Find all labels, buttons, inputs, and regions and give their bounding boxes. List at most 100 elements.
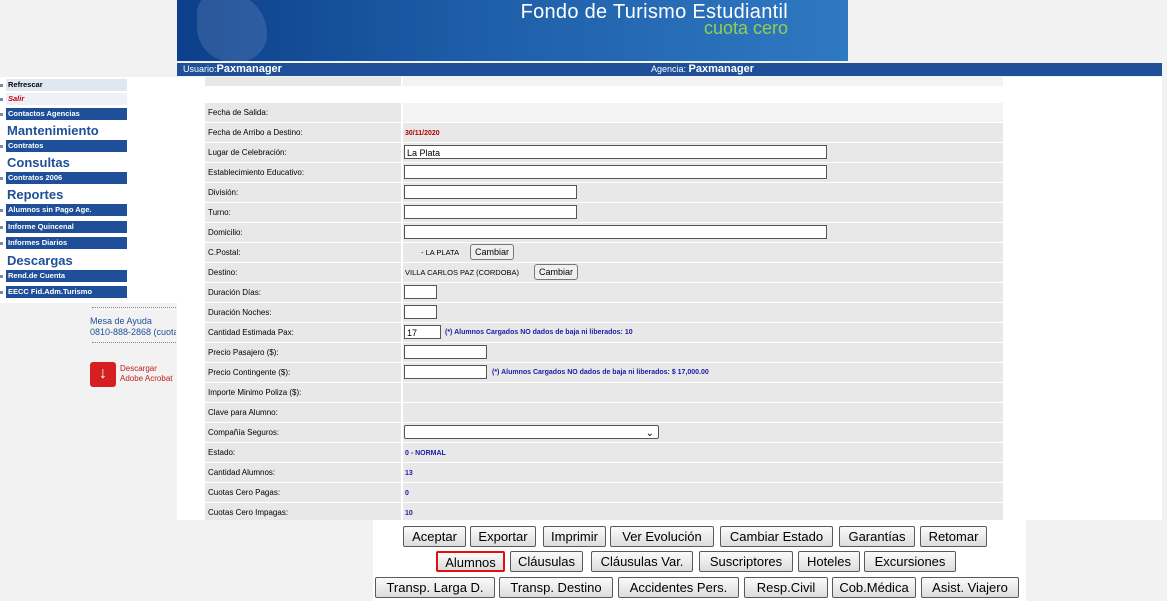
field-label: Destino: bbox=[205, 263, 401, 282]
dur-noches-input[interactable] bbox=[404, 305, 437, 319]
fecha-arribo-value: 30/11/2020 bbox=[403, 123, 1003, 142]
field-label: División: bbox=[205, 183, 401, 202]
action-button-bar: Aceptar Exportar Imprimir Ver Evolución … bbox=[373, 520, 1026, 601]
sidebar-item-eecc[interactable]: EECC Fid.Adm.Turismo bbox=[6, 286, 127, 298]
domicilio-input[interactable] bbox=[404, 225, 827, 239]
clausulas-var-button[interactable]: Cláusulas Var. bbox=[591, 551, 693, 572]
cuotas-pagas-cell: 0 bbox=[403, 483, 1003, 502]
cant-pax-input[interactable]: 17 bbox=[404, 325, 441, 339]
divider bbox=[92, 342, 178, 343]
cambiar-cpostal-button[interactable]: Cambiar bbox=[470, 244, 515, 260]
field-label: Turno: bbox=[205, 203, 401, 222]
bullet-icon bbox=[0, 242, 3, 245]
bullet-icon bbox=[0, 209, 3, 212]
bullet-icon bbox=[0, 145, 3, 148]
sidebar-item-refrescar[interactable]: Refrescar bbox=[6, 79, 127, 91]
clausulas-button[interactable]: Cláusulas bbox=[510, 551, 583, 572]
lugar-input[interactable]: La Plata bbox=[404, 145, 827, 159]
bullet-icon bbox=[0, 84, 3, 87]
form-row-domicilio: Domicilio: bbox=[205, 223, 1003, 243]
bullet-icon bbox=[0, 177, 3, 180]
excursiones-button[interactable]: Excursiones bbox=[864, 551, 956, 572]
sidebar-item-alumnos-sin-pago[interactable]: Alumnos sin Pago Age. bbox=[6, 204, 127, 216]
form-row-precio-contingente: Precio Contingente ($): (*) Alumnos Carg… bbox=[205, 363, 1003, 383]
sidebar-item-contratos[interactable]: Contratos bbox=[6, 140, 127, 152]
cambiar-estado-button[interactable]: Cambiar Estado bbox=[720, 526, 833, 547]
destino-text: VILLA CARLOS PAZ (CORDOBA) bbox=[405, 268, 520, 277]
sidebar-heading-consultas: Consultas bbox=[7, 155, 70, 170]
cpostal-text: - LA PLATA bbox=[421, 248, 460, 257]
form-row-lugar: Lugar de Celebración: La Plata bbox=[205, 143, 1003, 163]
precio-contingente-note: (*) Alumnos Cargados NO dados de baja ni… bbox=[492, 369, 709, 376]
cant-alumnos-cell: 13 bbox=[403, 463, 1003, 482]
suscriptores-button[interactable]: Suscriptores bbox=[699, 551, 793, 572]
establecimiento-input[interactable] bbox=[404, 165, 827, 179]
accidentes-button[interactable]: Accidentes Pers. bbox=[618, 577, 739, 598]
field-label: Cuotas Cero Pagas: bbox=[205, 483, 401, 502]
compania-select[interactable]: ⌄ bbox=[404, 425, 659, 439]
partial-value bbox=[403, 77, 1003, 86]
user-bar: Usuario:Paxmanager Agencia: Paxmanager bbox=[177, 63, 1162, 76]
aceptar-button[interactable]: Aceptar bbox=[403, 526, 466, 547]
form-row-cant-alumnos: Cantidad Alumnos: 13 bbox=[205, 463, 1003, 483]
sidebar: Refrescar Salir Contactos Agencias Mante… bbox=[0, 77, 178, 303]
dur-dias-input[interactable] bbox=[404, 285, 437, 299]
field-label: Cuotas Cero Impagas: bbox=[205, 503, 401, 520]
help-phone: 0810-888-2868 (cuota bbox=[90, 327, 176, 337]
help-desk: Mesa de Ayuda 0810-888-2868 (cuota bbox=[90, 316, 176, 338]
sidebar-heading-mantenimiento: Mantenimiento bbox=[7, 123, 99, 138]
precio-pasajero-input[interactable] bbox=[404, 345, 487, 359]
sidebar-item-salir[interactable]: Salir bbox=[6, 93, 127, 105]
dur-noches-cell bbox=[403, 303, 1003, 322]
transp-destino-button[interactable]: Transp. Destino bbox=[499, 577, 613, 598]
download-arrow-icon: ↓ bbox=[90, 362, 116, 387]
form-row-establecimiento: Establecimiento Educativo: bbox=[205, 163, 1003, 183]
cpostal-cell: - LA PLATA Cambiar bbox=[403, 243, 1003, 262]
hoteles-button[interactable]: Hoteles bbox=[798, 551, 860, 572]
chevron-down-icon: ⌄ bbox=[645, 428, 654, 439]
form-row-dur-dias: Duración Días: bbox=[205, 283, 1003, 303]
transp-larga-button[interactable]: Transp. Larga D. bbox=[375, 577, 495, 598]
precio-contingente-cell: (*) Alumnos Cargados NO dados de baja ni… bbox=[403, 363, 1003, 382]
field-label: Clave para Alumno: bbox=[205, 403, 401, 422]
acrobat-line2: Adobe Acrobat bbox=[120, 374, 173, 383]
precio-contingente-input[interactable] bbox=[404, 365, 487, 379]
resp-civil-button[interactable]: Resp.Civil bbox=[744, 577, 828, 598]
sidebar-item-rend-cuenta[interactable]: Rend.de Cuenta bbox=[6, 270, 127, 282]
cob-medica-button[interactable]: Cob.Médica bbox=[832, 577, 916, 598]
header-banner: Fondo de Turismo Estudiantil cuota cero bbox=[177, 0, 848, 61]
form-row-precio-pasajero: Precio Pasajero ($): bbox=[205, 343, 1003, 363]
field-label: Fecha de Arribo a Destino: bbox=[205, 123, 401, 142]
retomar-button[interactable]: Retomar bbox=[920, 526, 987, 547]
destino-cell: VILLA CARLOS PAZ (CORDOBA) Cambiar bbox=[403, 263, 1003, 282]
estado-cell: 0 - NORMAL bbox=[403, 443, 1003, 462]
sidebar-item-contratos-2006[interactable]: Contratos 2006 bbox=[6, 172, 127, 184]
cant-pax-note: (*) Alumnos Cargados NO dados de baja ni… bbox=[445, 329, 633, 336]
contract-form: Fecha de Salida: Fecha de Arribo a Desti… bbox=[177, 77, 1162, 520]
turno-input[interactable] bbox=[404, 205, 577, 219]
agencia-value: Paxmanager bbox=[688, 63, 754, 75]
asist-viajero-button[interactable]: Asist. Viajero bbox=[921, 577, 1019, 598]
cambiar-destino-button[interactable]: Cambiar bbox=[534, 264, 579, 280]
sidebar-item-informe-quincenal[interactable]: Informe Quincenal bbox=[6, 221, 127, 233]
acrobat-text: Descargar Adobe Acrobat bbox=[120, 364, 172, 384]
sidebar-item-contactos-agencias[interactable]: Contactos Agencias bbox=[6, 108, 127, 120]
division-input[interactable] bbox=[404, 185, 577, 199]
sidebar-item-informes-diarios[interactable]: Informes Diarios bbox=[6, 237, 127, 249]
usuario-label: Usuario: bbox=[183, 64, 217, 74]
alumnos-button[interactable]: Alumnos bbox=[436, 551, 505, 572]
dur-dias-cell bbox=[403, 283, 1003, 302]
field-label: Importe Minimo Poliza ($): bbox=[205, 383, 401, 402]
garantias-button[interactable]: Garantías bbox=[839, 526, 915, 547]
acrobat-line1: Descargar bbox=[120, 364, 157, 373]
cuotas-impagas-text: 10 bbox=[405, 510, 413, 517]
field-label: C.Postal: bbox=[205, 243, 401, 262]
exportar-button[interactable]: Exportar bbox=[470, 526, 536, 547]
form-row-fecha-salida: Fecha de Salida: bbox=[205, 103, 1003, 123]
form-row-fecha-arribo: Fecha de Arribo a Destino: 30/11/2020 bbox=[205, 123, 1003, 143]
field-label: Precio Contingente ($): bbox=[205, 363, 401, 382]
imprimir-button[interactable]: Imprimir bbox=[543, 526, 606, 547]
form-row-cpostal: C.Postal: - LA PLATA Cambiar bbox=[205, 243, 1003, 263]
estado-text: 0 - NORMAL bbox=[405, 450, 446, 457]
ver-evolucion-button[interactable]: Ver Evolución bbox=[610, 526, 714, 547]
